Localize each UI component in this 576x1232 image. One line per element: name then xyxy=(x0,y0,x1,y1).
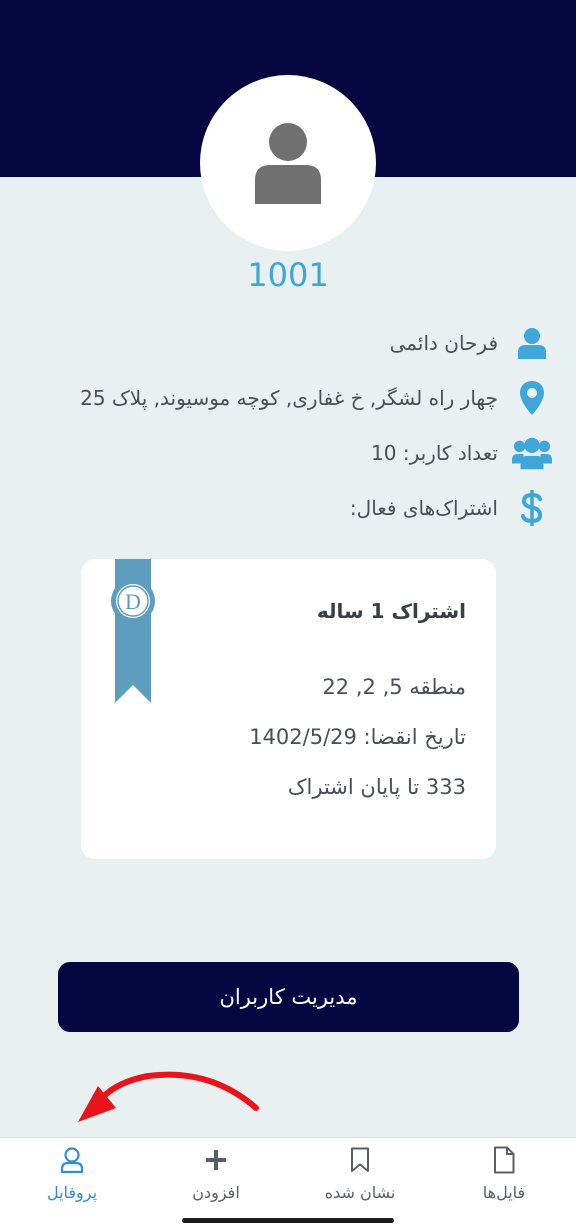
badge-ribbon-icon: D xyxy=(111,559,155,703)
user-name: فرحان دائمی xyxy=(389,331,498,355)
user-silhouette-icon xyxy=(255,123,321,204)
avatar xyxy=(200,75,376,251)
subscription-remaining: 333 تا پایان اشتراک xyxy=(287,775,466,799)
user-count: تعداد کاربر: 10 xyxy=(371,441,498,465)
bookmark-icon xyxy=(350,1145,370,1175)
user-icon xyxy=(60,1145,84,1175)
subscription-expiry: تاریخ انقضا: 1402/5/29 xyxy=(249,725,466,749)
home-indicator xyxy=(182,1218,394,1223)
subscription-regions: منطقه 5, 2, 22 xyxy=(322,675,466,699)
tab-files-label: فایل‌ها xyxy=(482,1183,526,1202)
tab-bookmarked[interactable]: نشان شده xyxy=(288,1138,432,1218)
info-row-user-count: تعداد کاربر: 10 xyxy=(371,433,552,473)
user-code: 1001 xyxy=(247,256,329,294)
subscription-title-number: 1 xyxy=(370,599,385,623)
person-icon xyxy=(512,323,552,363)
user-address: چهار راه لشگر, خ غفاری, کوچه موسیوند, پل… xyxy=(80,386,498,410)
tab-files[interactable]: فایل‌ها xyxy=(432,1138,576,1218)
tab-add[interactable]: افزودن xyxy=(144,1138,288,1218)
file-icon xyxy=(493,1145,515,1175)
active-subscriptions-label: اشتراک‌های فعال: xyxy=(349,496,498,520)
subscription-title-prefix: اشتراک xyxy=(391,599,466,623)
tab-add-label: افزودن xyxy=(192,1183,240,1202)
info-row-address: چهار راه لشگر, خ غفاری, کوچه موسیوند, پل… xyxy=(80,378,552,418)
tab-bookmarked-label: نشان شده xyxy=(324,1183,396,1202)
subscription-title: اشتراک 1 ساله xyxy=(317,599,466,623)
badge-letter: D xyxy=(125,589,141,614)
users-group-icon xyxy=(512,433,552,473)
plus-icon xyxy=(205,1145,227,1175)
annotation-arrow-icon xyxy=(78,1071,259,1122)
profile-screen: 1001 فرحان دائمی چهار راه لشگر, خ غفاری,… xyxy=(0,0,576,1232)
dollar-icon xyxy=(512,488,552,528)
tab-profile[interactable]: پروفایل xyxy=(0,1138,144,1218)
location-pin-icon xyxy=(512,378,552,418)
manage-users-button[interactable]: مدیریت کاربران xyxy=(58,962,519,1032)
subscription-card[interactable]: اشتراک 1 ساله D منطقه 5, 2, 22 تاریخ انق… xyxy=(81,559,496,859)
tab-profile-label: پروفایل xyxy=(46,1183,98,1202)
info-row-subscriptions: اشتراک‌های فعال: xyxy=(350,488,552,528)
subscription-title-suffix: ساله xyxy=(316,599,364,623)
info-row-name: فرحان دائمی xyxy=(390,323,552,363)
